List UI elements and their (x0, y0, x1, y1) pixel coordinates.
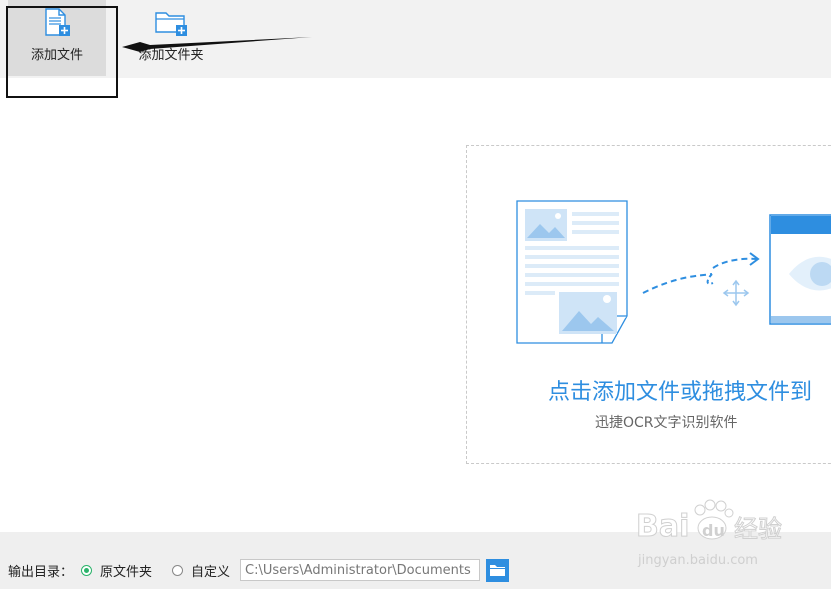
radio-custom[interactable] (172, 564, 184, 576)
output-path-field[interactable] (240, 559, 481, 581)
folder-plus-icon (155, 12, 187, 36)
toolbar: 添加文件 添加文件夹 (0, 0, 831, 78)
output-directory-label: 输出目录： (8, 564, 74, 580)
radio-source-folder[interactable] (81, 564, 93, 576)
custom-label[interactable]: 自定义 (191, 561, 230, 580)
file-plus-icon (45, 8, 70, 36)
add-file-button[interactable]: 添加文件 (8, 0, 106, 76)
add-folder-label: 添加文件夹 (138, 48, 204, 63)
folder-icon (490, 565, 506, 576)
add-file-label: 添加文件 (30, 48, 83, 63)
drop-zone-subtitle: 迅捷OCR文字识别软件 (595, 415, 738, 431)
file-drop-zone[interactable]: 点击添加文件或拖拽文件到 迅捷OCR文字识别软件 (466, 145, 831, 464)
drop-zone-title: 点击添加文件或拖拽文件到 (548, 380, 813, 405)
browse-folder-button[interactable] (486, 558, 510, 582)
source-folder-label[interactable]: 原文件夹 (100, 561, 152, 580)
move-icon (722, 279, 750, 307)
add-folder-button[interactable]: 添加文件夹 (122, 0, 220, 76)
output-directory-row: 输出目录： 原文件夹 自定义 (8, 558, 510, 582)
